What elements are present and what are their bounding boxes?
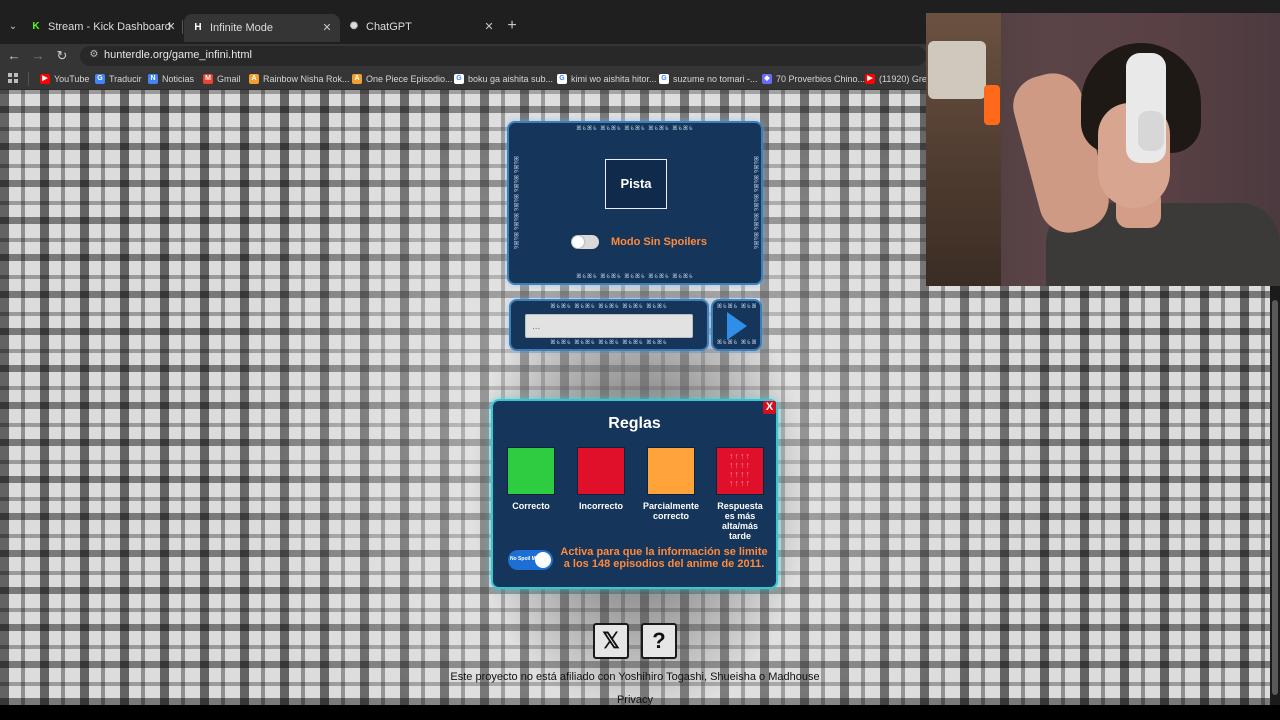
tab-divider [182,20,183,34]
tab-title: ChatGPT [366,21,412,33]
headset-earcup [1138,111,1164,151]
partial-swatch [647,447,695,495]
decorative-border: ꕤꕃꕤꕃ ꕤꕃꕤꕃ ꕤꕃꕤꕃ ꕤꕃꕤꕃ ꕤꕃꕤꕃ [752,156,758,250]
decorative-border: ꕤꕃꕤꕃ ꕤꕃꕤꕃ ꕤꕃꕤꕃ ꕤꕃꕤꕃ ꕤꕃꕤꕃ [550,340,668,346]
google-icon: G [557,74,567,84]
translate-icon: G [95,74,105,84]
close-tab-icon[interactable]: ✕ [482,20,496,34]
close-icon[interactable]: X [763,401,776,414]
correct-swatch [507,447,555,495]
no-spoil-description: Activa para que la información se limite… [560,546,768,570]
news-icon: N [148,74,158,84]
webcam-figure [928,41,986,99]
incorrect-label: Incorrecto [578,501,623,511]
hint-panel: ꕤꕃꕤꕃ ꕤꕃꕤꕃ ꕤꕃꕤꕃ ꕤꕃꕤꕃ ꕤꕃꕤꕃ ꕤꕃꕤꕃ ꕤꕃꕤꕃ ꕤꕃꕤꕃ … [507,121,763,285]
bookmark-boku-ga-aishita[interactable]: G boku ga aishita sub... [454,72,553,86]
af-icon: A [249,74,259,84]
tab-kick-dashboard[interactable]: K Stream - Kick Dashboard ✕ [30,16,178,38]
forward-icon[interactable]: → [30,48,46,64]
webcam-toy [984,85,1000,125]
toggle-knob [535,552,551,568]
correct-label: Correcto [512,501,550,511]
google-icon: G [659,74,669,84]
youtube-icon: ▶ [40,74,50,84]
submit-panel: ꕤꕃꕤꕃ ꕤꕃꕤꕃ ꕤꕃꕤꕃ ꕤꕃꕤꕃ ꕤꕃꕤꕃ ꕤꕃꕤꕃ ꕤꕃꕤꕃ ꕤꕃꕤꕃ … [711,299,762,351]
bookmark-label: 70 Proverbios Chino... [776,74,866,84]
url-text: hunterdle.org/game_infini.html [104,49,252,61]
tab-search-icon[interactable]: ⌄ [4,18,22,36]
toggle-knob [572,236,584,248]
bookmark-label: YouTube [54,74,90,84]
bookmark-kimi-wo-aishita[interactable]: G kimi wo aishita hitor... [557,72,657,86]
address-bar[interactable]: ⚙ hunterdle.org/game_infini.html [80,46,926,66]
bookmark-youtube[interactable]: ▶ YouTube [40,72,89,86]
x-share-button[interactable]: 𝕏 [593,623,629,659]
bookmark-label: kimi wo aishita hitor... [571,74,657,84]
decorative-border: ꕤꕃꕤꕃ ꕤꕃꕤꕃ ꕤꕃꕤꕃ ꕤꕃꕤꕃ ꕤꕃꕤꕃ [717,340,756,346]
decorative-border: ꕤꕃꕤꕃ ꕤꕃꕤꕃ ꕤꕃꕤꕃ ꕤꕃꕤꕃ ꕤꕃꕤꕃ [512,156,518,250]
bookmark-label: Noticias [162,74,195,84]
hunterdle-icon: H [194,22,202,33]
bookmark-label: One Piece Episodio... [366,74,453,84]
youtube-icon: ▶ [865,74,875,84]
incorrect-swatch [577,447,625,495]
bookmarks-divider [28,72,29,86]
rules-modal: Reglas X Correcto Incorrecto Parcialment… [491,399,778,589]
site-icon: ◆ [762,74,772,84]
bookmark-gmail[interactable]: M Gmail [203,72,241,86]
bookmark-label: Rainbow Nisha Rok... [263,74,350,84]
hint-button[interactable]: Pista [605,159,667,209]
decorative-border: ꕤꕃꕤꕃ ꕤꕃꕤꕃ ꕤꕃꕤꕃ ꕤꕃꕤꕃ ꕤꕃꕤꕃ [717,304,756,310]
spoiler-toggle[interactable] [571,235,599,249]
reload-icon[interactable]: ↻ [54,48,70,64]
screen: ⌄ K Stream - Kick Dashboard ✕ H Infinite… [0,0,1280,720]
apps-icon[interactable] [8,73,18,83]
close-tab-icon[interactable]: ✕ [164,20,178,34]
bookmark-label: Traducir [109,74,142,84]
bookmark-label: boku ga aishita sub... [468,74,554,84]
decorative-border: ꕤꕃꕤꕃ ꕤꕃꕤꕃ ꕤꕃꕤꕃ ꕤꕃꕤꕃ ꕤꕃꕤꕃ [576,126,694,132]
no-spoil-badge: No Spoil Mode [508,550,553,570]
site-info-icon[interactable]: ⚙ [88,49,100,61]
bookmark-rainbow-nisha[interactable]: A Rainbow Nisha Rok... [249,72,350,86]
tab-title: Stream - Kick Dashboard [48,21,171,33]
bottom-bar [0,705,1280,720]
search-panel: ꕤꕃꕤꕃ ꕤꕃꕤꕃ ꕤꕃꕤꕃ ꕤꕃꕤꕃ ꕤꕃꕤꕃ ꕤꕃꕤꕃ ꕤꕃꕤꕃ ꕤꕃꕤꕃ … [509,299,709,351]
tab-chatgpt[interactable]: ✺ ChatGPT ✕ [348,16,496,38]
google-icon: G [454,74,464,84]
scrollbar-thumb[interactable] [1272,300,1278,695]
submit-arrow-icon[interactable] [727,312,747,340]
back-icon[interactable]: ← [6,48,22,64]
spoiler-toggle-row: Modo Sin Spoilers [571,235,707,249]
af-icon: A [352,74,362,84]
decorative-border: ꕤꕃꕤꕃ ꕤꕃꕤꕃ ꕤꕃꕤꕃ ꕤꕃꕤꕃ ꕤꕃꕤꕃ [550,304,668,310]
spoiler-toggle-label: Modo Sin Spoilers [611,236,707,248]
disclaimer-text: Este proyecto no está afiliado con Yoshi… [450,671,820,683]
bookmark-one-piece[interactable]: A One Piece Episodio... [352,72,453,86]
tab-infinite-mode[interactable]: H Infinite Mode ✕ [184,14,340,42]
bookmark-suzume[interactable]: G suzume no tomari -... [659,72,758,86]
rules-title: Reglas [608,415,661,432]
new-tab-icon[interactable]: + [505,18,519,34]
guess-input[interactable] [525,314,693,338]
tab-title: Infinite Mode [210,22,273,34]
kick-icon: K [32,21,40,32]
partial-label: Parcialmente correcto [642,501,700,521]
decorative-border: ꕤꕃꕤꕃ ꕤꕃꕤꕃ ꕤꕃꕤꕃ ꕤꕃꕤꕃ ꕤꕃꕤꕃ [576,274,694,280]
bookmark-noticias[interactable]: N Noticias [148,72,194,86]
close-tab-icon[interactable]: ✕ [320,21,334,35]
bookmark-label: suzume no tomari -... [673,74,758,84]
webcam-overlay [926,13,1280,286]
higher-label: Respuesta es más alta/más tarde [717,501,763,541]
higher-arrows-icon: ↑↑↑↑ ↑↑↑↑ ↑↑↑↑ ↑↑↑↑ [716,447,764,495]
chatgpt-icon: ✺ [349,21,359,32]
gmail-icon: M [203,74,213,84]
bookmark-label: Gmail [217,74,241,84]
bookmark-traducir[interactable]: G Traducir [95,72,142,86]
bookmark-proverbios[interactable]: ◆ 70 Proverbios Chino... [762,72,865,86]
help-button[interactable]: ? [641,623,677,659]
